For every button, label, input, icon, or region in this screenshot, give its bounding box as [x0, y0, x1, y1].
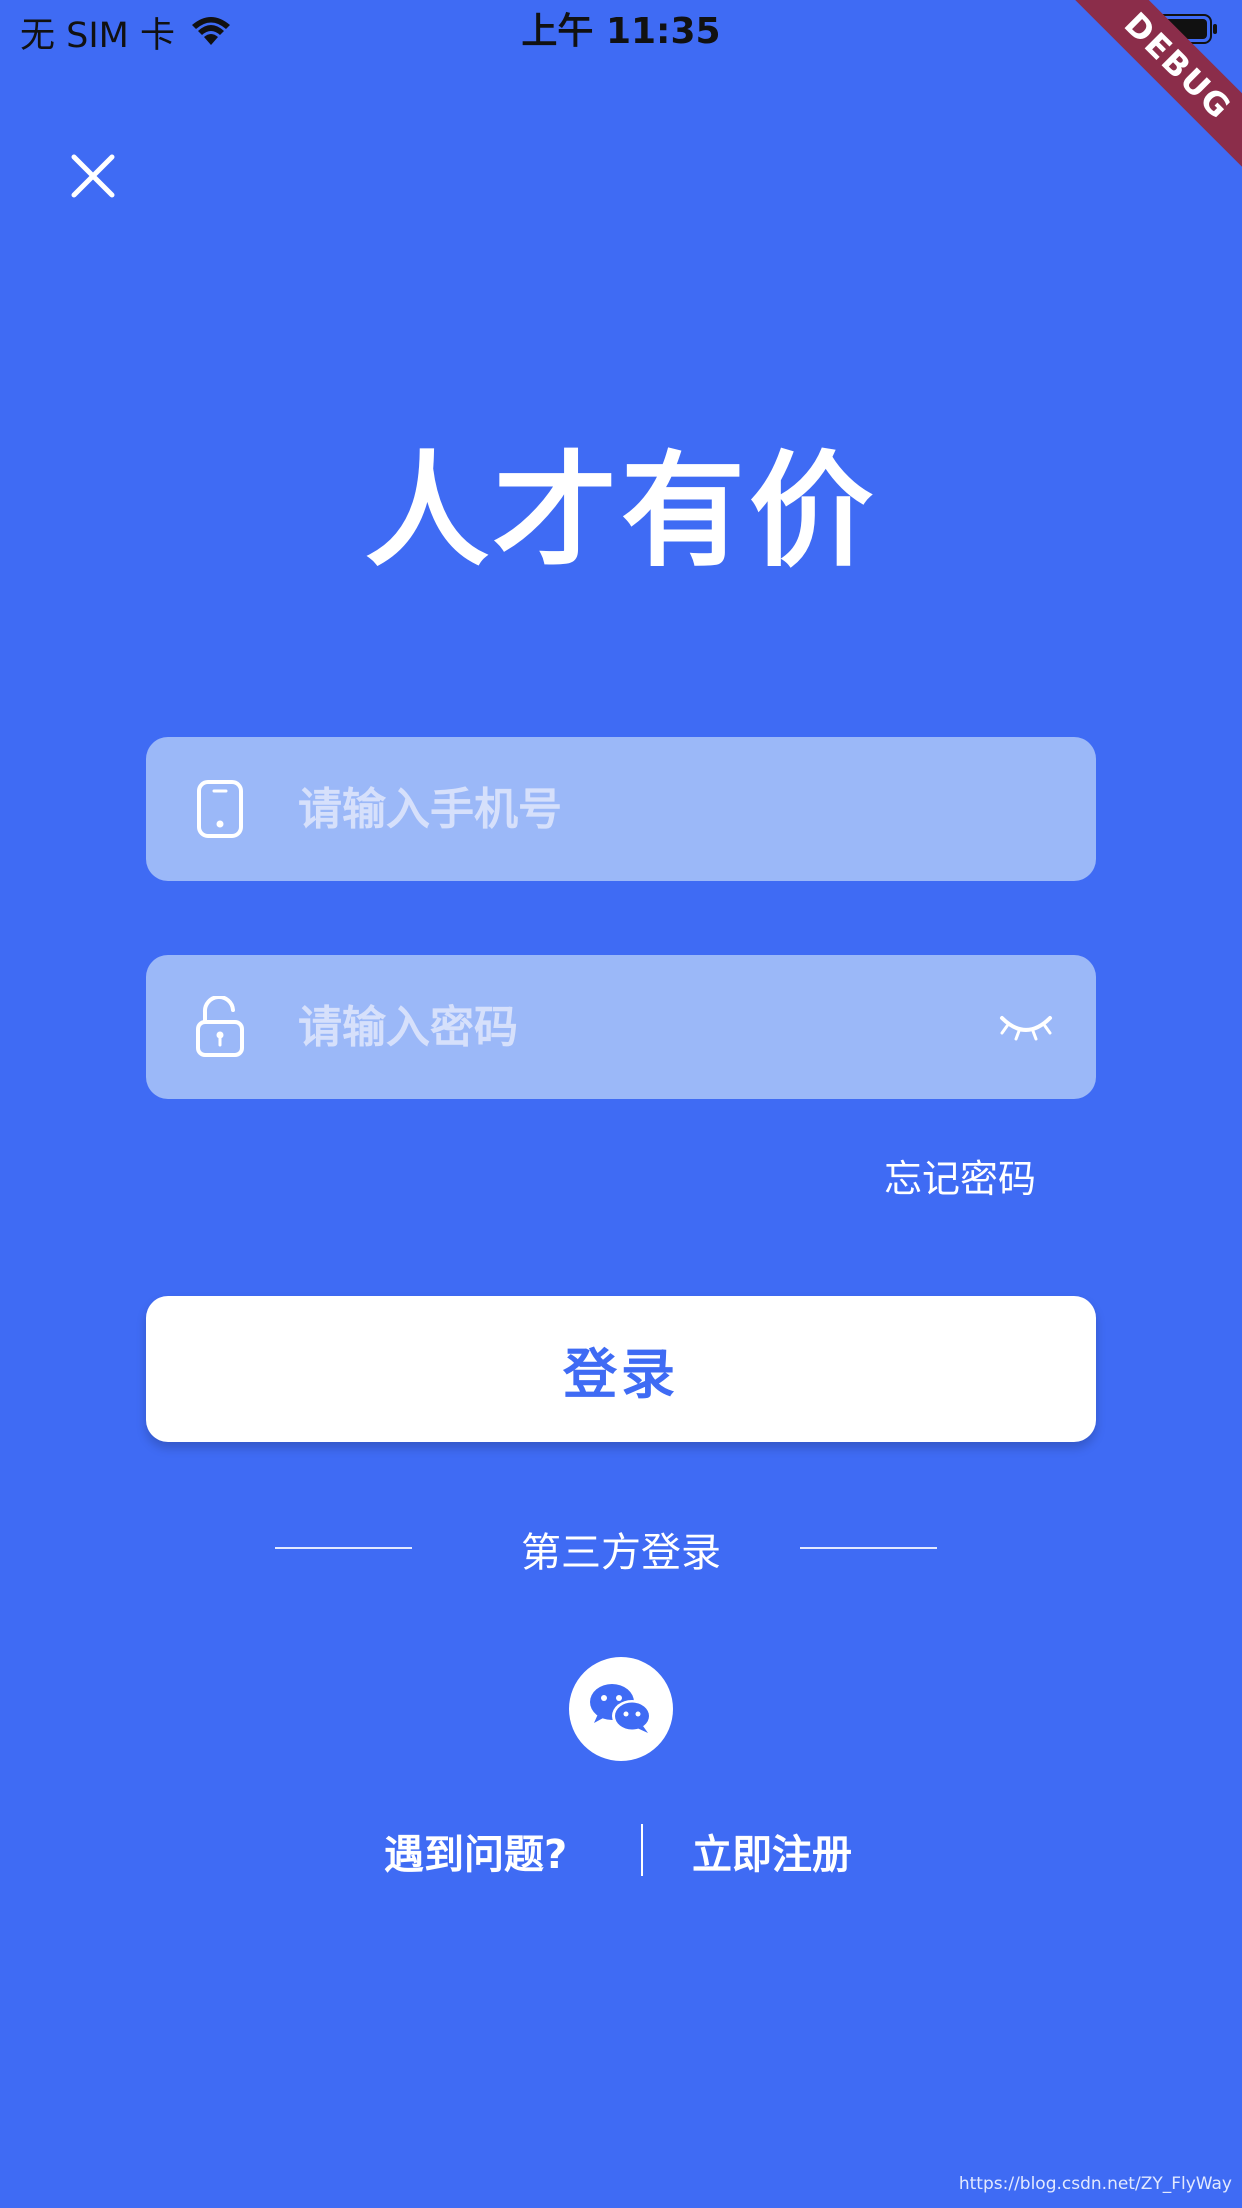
password-input[interactable]: [296, 954, 996, 1100]
forgot-password-link[interactable]: 忘记密码: [884, 1148, 1036, 1203]
phone-input[interactable]: [296, 736, 1056, 882]
phone-field[interactable]: [146, 736, 1096, 882]
register-link[interactable]: 立即注册: [692, 1822, 852, 1880]
bottom-divider: [641, 1824, 643, 1876]
trouble-link[interactable]: 遇到问题?: [384, 1822, 567, 1880]
unlock-icon: [192, 995, 248, 1059]
wechat-login-button[interactable]: [569, 1657, 673, 1761]
close-button[interactable]: [62, 145, 124, 207]
page-title: 人才有价: [364, 440, 877, 584]
divider-right: [800, 1547, 937, 1549]
phone-icon: [192, 777, 248, 841]
debug-banner-label: DEBUG: [1053, 0, 1242, 191]
wechat-icon: [590, 1684, 652, 1733]
password-field[interactable]: [146, 954, 1096, 1100]
third-party-label: 第三方登录: [521, 1530, 721, 1576]
close-icon: [71, 154, 115, 198]
eye-closed-icon[interactable]: [996, 1007, 1056, 1047]
login-button[interactable]: 登录: [146, 1296, 1096, 1442]
debug-banner: DEBUG: [1042, 0, 1242, 200]
watermark: https://blog.csdn.net/ZY_FlyWay: [958, 2174, 1232, 2194]
